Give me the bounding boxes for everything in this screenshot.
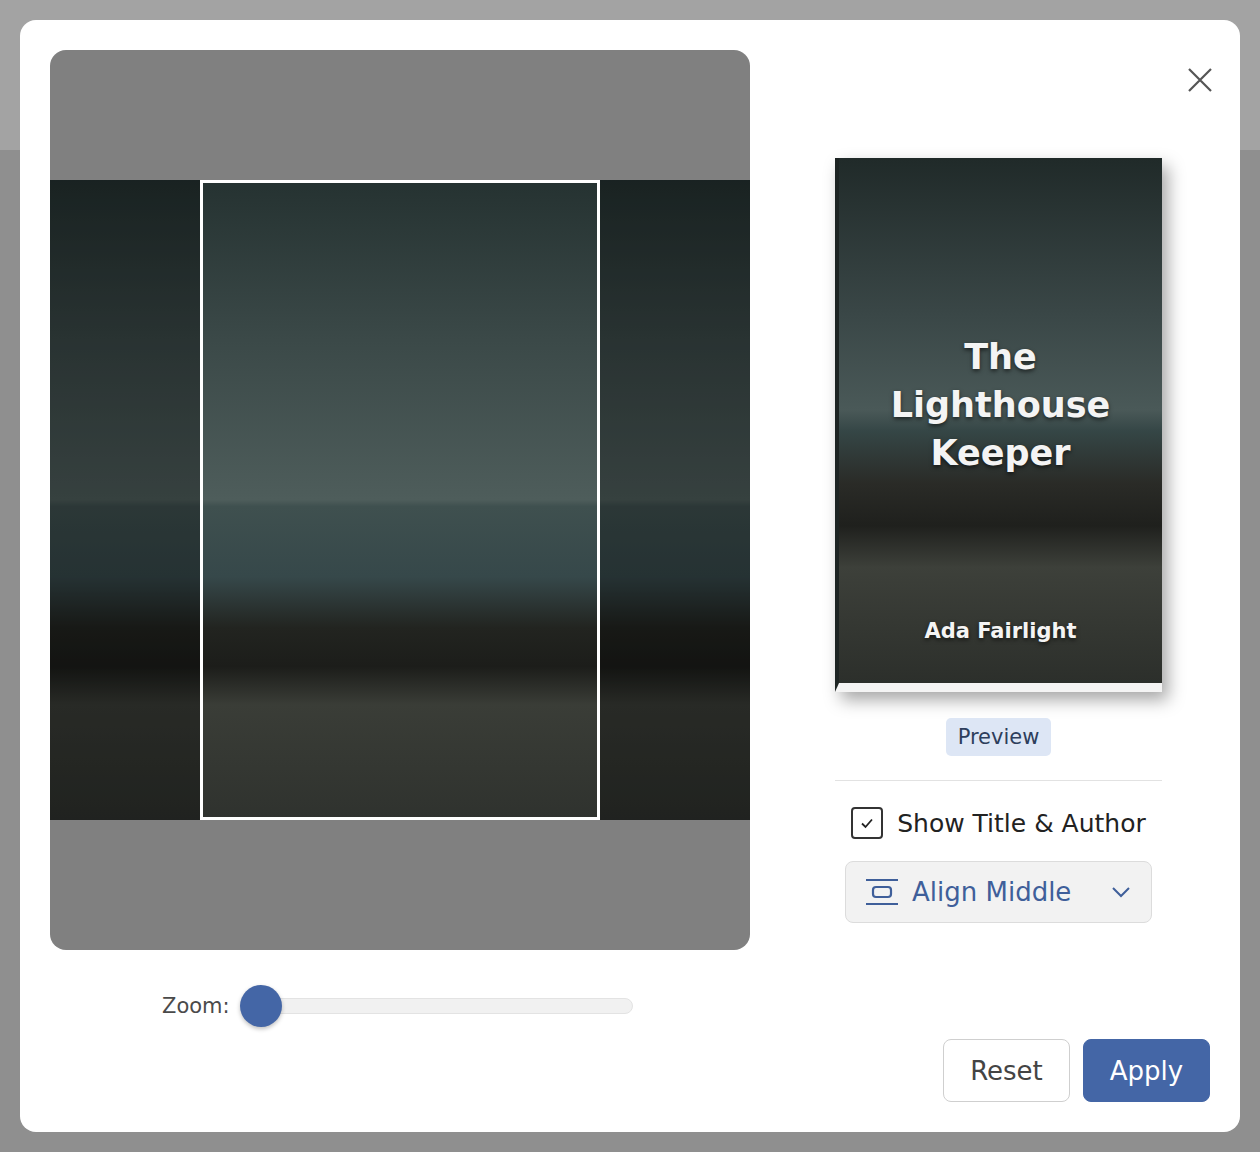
- show-title-author-checkbox[interactable]: Show Title & Author: [851, 807, 1146, 839]
- align-value: Align Middle: [912, 877, 1097, 907]
- cover-editor-dialog: Zoom: The Lighthouse Keeper Ada Fairlight P…: [20, 20, 1240, 1132]
- settings-panel: The Lighthouse Keeper Ada Fairlight Previe…: [750, 50, 1210, 1102]
- reset-button[interactable]: Reset: [943, 1039, 1070, 1102]
- zoom-row: Zoom:: [50, 986, 750, 1026]
- crop-frame[interactable]: [200, 180, 600, 820]
- crop-mask: [50, 180, 200, 820]
- book-cover-preview: The Lighthouse Keeper Ada Fairlight: [835, 158, 1162, 692]
- close-button[interactable]: [1184, 64, 1216, 96]
- divider: [835, 780, 1162, 781]
- zoom-label: Zoom:: [162, 994, 230, 1018]
- align-middle-icon: [864, 877, 900, 907]
- checkbox-box[interactable]: [851, 807, 883, 839]
- close-icon: [1184, 64, 1216, 96]
- backdrop: Zoom: The Lighthouse Keeper Ada Fairlight P…: [0, 0, 1260, 1152]
- dialog-actions: ResetApply: [835, 1039, 1210, 1102]
- cover-photo: [50, 180, 750, 820]
- check-icon: [859, 815, 875, 831]
- align-dropdown[interactable]: Align Middle: [845, 861, 1152, 923]
- checkbox-label: Show Title & Author: [897, 809, 1146, 838]
- cover-title: The Lighthouse Keeper: [876, 333, 1126, 477]
- preview-stack: The Lighthouse Keeper Ada Fairlight Previe…: [835, 50, 1162, 923]
- zoom-thumb[interactable]: [240, 985, 282, 1027]
- apply-button[interactable]: Apply: [1083, 1039, 1210, 1102]
- crop-area: [50, 50, 750, 950]
- crop-mask: [600, 180, 750, 820]
- zoom-slider[interactable]: [260, 998, 633, 1014]
- preview-badge: Preview: [946, 718, 1052, 756]
- cropper: Zoom:: [50, 50, 750, 1102]
- cover-author: Ada Fairlight: [924, 619, 1076, 643]
- chevron-down-icon: [1109, 880, 1133, 904]
